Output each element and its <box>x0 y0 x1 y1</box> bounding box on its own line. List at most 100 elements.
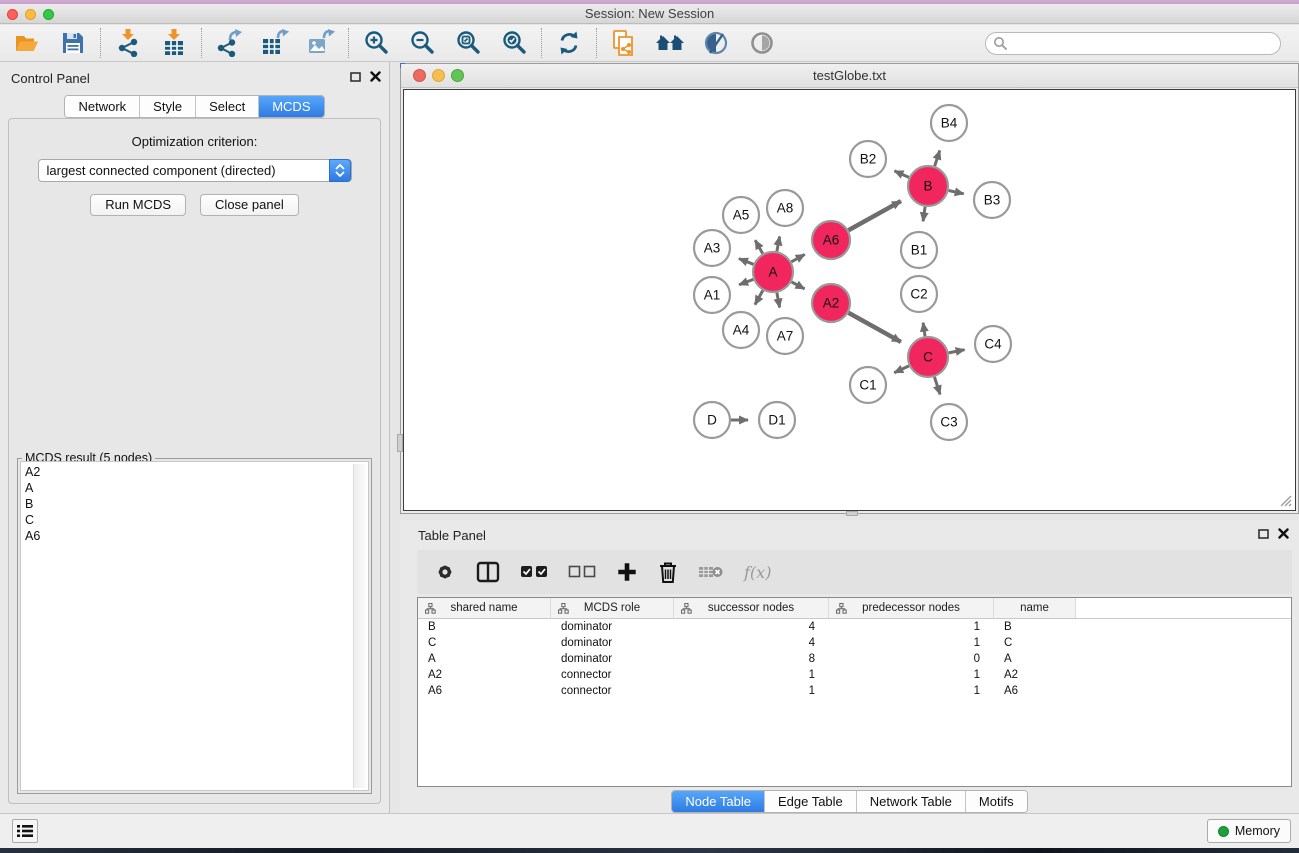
cell-shared-name[interactable]: A2 <box>418 669 551 681</box>
maximize-window-button[interactable] <box>43 9 54 20</box>
network-node[interactable]: D1 <box>759 402 795 438</box>
tab-style[interactable]: Style <box>140 96 196 117</box>
cell-shared-name[interactable]: B <box>418 621 551 633</box>
show-graphics-eye-icon[interactable] <box>747 28 777 58</box>
network-edge[interactable] <box>739 279 753 284</box>
network-window-titlebar[interactable]: testGlobe.txt <box>401 64 1298 88</box>
network-node[interactable]: A4 <box>723 312 759 348</box>
column-header[interactable]: MCDS role <box>551 598 674 618</box>
cell-shared-name[interactable]: A <box>418 653 551 665</box>
network-edge[interactable] <box>848 313 900 342</box>
deselect-all-icon[interactable] <box>568 565 596 579</box>
float-panel-icon[interactable] <box>1258 529 1269 539</box>
zoom-in-icon[interactable] <box>361 28 391 58</box>
cell-successor-nodes[interactable]: 4 <box>674 637 829 649</box>
cell-mcds-role[interactable]: dominator <box>551 653 674 665</box>
column-header[interactable]: predecessor nodes <box>829 598 994 618</box>
zoom-fit-icon[interactable] <box>453 28 483 58</box>
cell-mcds-role[interactable]: dominator <box>551 637 674 649</box>
table-row[interactable]: A dominator 8 0 A <box>418 651 1291 667</box>
network-node[interactable]: B1 <box>901 232 937 268</box>
criterion-dropdown[interactable]: largest connected component (directed) <box>38 159 352 182</box>
table-row[interactable]: A2 connector 1 1 A2 <box>418 667 1291 683</box>
close-window-button[interactable] <box>7 9 18 20</box>
network-edge[interactable] <box>848 201 900 230</box>
cell-shared-name[interactable]: A6 <box>418 685 551 697</box>
tab-network-table[interactable]: Network Table <box>857 791 966 812</box>
network-node[interactable]: B <box>908 166 948 206</box>
network-edge[interactable] <box>934 377 940 394</box>
close-panel-button[interactable]: Close panel <box>200 194 299 216</box>
network-edge[interactable] <box>949 350 965 353</box>
network-node[interactable]: D <box>694 402 730 438</box>
table-row[interactable]: A6 connector 1 1 A6 <box>418 683 1291 699</box>
result-item[interactable]: A2 <box>25 464 368 480</box>
table-row[interactable]: B dominator 4 1 B <box>418 619 1291 635</box>
tab-node-table[interactable]: Node Table <box>672 791 765 812</box>
network-node[interactable]: C3 <box>931 404 967 440</box>
network-edge[interactable] <box>923 323 925 337</box>
tab-mcds[interactable]: MCDS <box>259 96 323 117</box>
network-node[interactable]: C1 <box>850 367 886 403</box>
network-node[interactable]: A7 <box>767 318 803 354</box>
export-image-icon[interactable] <box>306 28 336 58</box>
zoom-selected-icon[interactable] <box>499 28 529 58</box>
network-node[interactable]: C <box>908 337 948 377</box>
network-edge[interactable] <box>755 240 763 253</box>
network-edge[interactable] <box>755 290 763 304</box>
vertical-scrollbar-nub[interactable] <box>397 434 403 452</box>
cell-mcds-role[interactable]: dominator <box>551 621 674 633</box>
cell-successor-nodes[interactable]: 8 <box>674 653 829 665</box>
zoom-out-icon[interactable] <box>407 28 437 58</box>
cell-successor-nodes[interactable]: 4 <box>674 621 829 633</box>
column-header[interactable]: shared name <box>418 598 551 618</box>
horizontal-scrollbar-nub[interactable] <box>846 511 858 516</box>
cell-predecessor-nodes[interactable]: 1 <box>829 685 994 697</box>
cell-shared-name[interactable]: C <box>418 637 551 649</box>
cell-name[interactable]: A <box>994 653 1076 665</box>
tab-select[interactable]: Select <box>196 96 259 117</box>
network-edge[interactable] <box>777 237 780 252</box>
network-node[interactable]: B3 <box>974 182 1010 218</box>
save-session-icon[interactable] <box>58 28 88 58</box>
network-node[interactable]: A2 <box>812 284 850 322</box>
hide-details-icon[interactable] <box>701 28 731 58</box>
network-node[interactable]: A6 <box>812 221 850 259</box>
open-session-icon[interactable] <box>12 28 42 58</box>
result-scrollbar[interactable] <box>353 464 366 788</box>
close-network-button[interactable] <box>413 69 426 82</box>
network-node[interactable]: C4 <box>975 326 1011 362</box>
network-edge[interactable] <box>777 293 780 308</box>
float-panel-icon[interactable] <box>350 72 361 82</box>
minimize-network-button[interactable] <box>432 69 445 82</box>
cell-name[interactable]: A2 <box>994 669 1076 681</box>
result-item[interactable]: A <box>25 480 368 496</box>
add-column-icon[interactable] <box>616 561 638 583</box>
close-panel-icon[interactable] <box>1278 528 1289 539</box>
cell-predecessor-nodes[interactable]: 1 <box>829 637 994 649</box>
network-edge[interactable] <box>935 151 940 167</box>
gear-icon[interactable] <box>434 561 456 583</box>
close-panel-icon[interactable] <box>370 71 381 82</box>
function-builder-icon[interactable]: f(x) <box>744 563 771 582</box>
result-item[interactable]: B <box>25 496 368 512</box>
minimize-window-button[interactable] <box>25 9 36 20</box>
cell-predecessor-nodes[interactable]: 1 <box>829 621 994 633</box>
network-canvas[interactable]: B4B2BB3A5A8A6A3B1AA1C2A2A4A7C4CC1C3DD1 <box>403 89 1296 511</box>
export-network-icon[interactable] <box>214 28 244 58</box>
delete-table-icon[interactable] <box>698 563 724 581</box>
result-item[interactable]: C <box>25 512 368 528</box>
cell-name[interactable]: B <box>994 621 1076 633</box>
network-node[interactable]: A8 <box>767 190 803 226</box>
network-node[interactable]: A <box>753 252 793 292</box>
cell-predecessor-nodes[interactable]: 1 <box>829 669 994 681</box>
network-edge[interactable] <box>949 190 964 193</box>
cell-mcds-role[interactable]: connector <box>551 669 674 681</box>
cell-successor-nodes[interactable]: 1 <box>674 669 829 681</box>
network-node[interactable]: A1 <box>694 277 730 313</box>
network-node[interactable]: C2 <box>901 276 937 312</box>
maximize-network-button[interactable] <box>451 69 464 82</box>
network-node[interactable]: B2 <box>850 141 886 177</box>
network-edge[interactable] <box>792 282 805 289</box>
export-table-icon[interactable] <box>260 28 290 58</box>
